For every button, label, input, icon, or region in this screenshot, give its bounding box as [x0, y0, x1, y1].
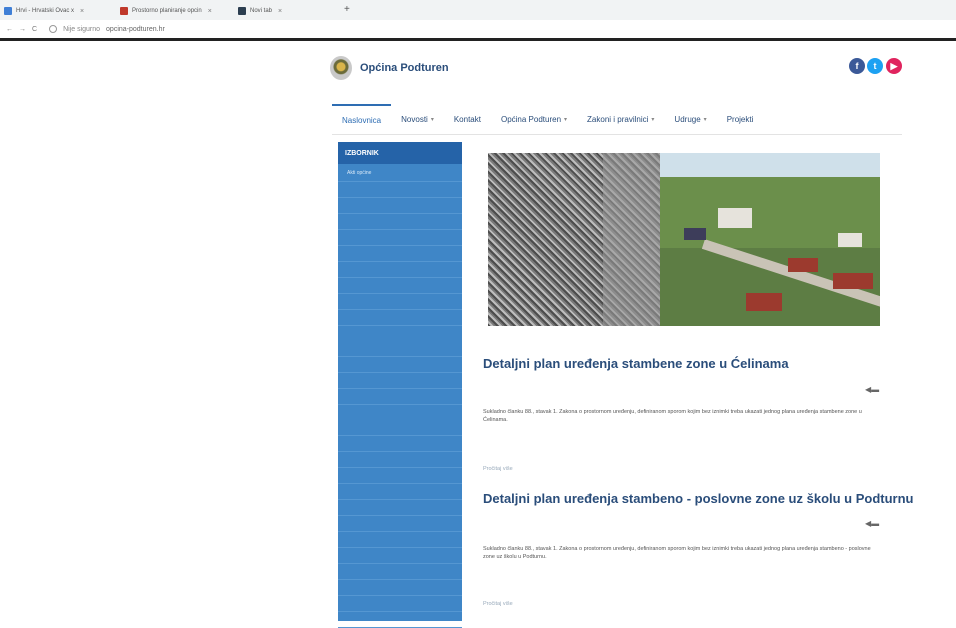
close-icon[interactable]: ×: [208, 8, 212, 15]
new-tab-button[interactable]: +: [344, 4, 350, 15]
youtube-icon[interactable]: ▶: [886, 58, 902, 74]
site-name[interactable]: Općina Podturen: [360, 62, 449, 74]
sidebar-item[interactable]: [338, 310, 462, 326]
nav-item-zakoni[interactable]: Zakoni i pravilnici ▾: [577, 104, 664, 134]
sidebar-item[interactable]: [338, 532, 462, 548]
info-icon[interactable]: [49, 25, 58, 33]
sidebar-item[interactable]: [338, 500, 462, 516]
back-forward-reload-icon[interactable]: ←→C: [6, 26, 43, 33]
post-title[interactable]: Detaljni plan uređenja stambeno - poslov…: [483, 491, 914, 506]
security-label: Nije sigurno: [63, 25, 101, 33]
chevron-down-icon: ▾: [564, 116, 568, 123]
sidebar-item[interactable]: [338, 405, 462, 436]
sidebar-item[interactable]: [338, 198, 462, 214]
browser-divider: [0, 38, 956, 41]
post-excerpt: Sukladno članku 88., stavak 1. Zakona o …: [483, 546, 871, 560]
sidebar-item[interactable]: [338, 326, 462, 357]
sidebar-item[interactable]: [338, 468, 462, 484]
nav-item-naslovnica[interactable]: Naslovnica: [332, 104, 392, 134]
browser-tab-bar: Hrvi - Hrvatski Ovac x × Prostorno plani…: [0, 0, 956, 20]
hero-image: [488, 153, 880, 326]
sidebar-item[interactable]: [338, 612, 462, 628]
nav-item-kontakt[interactable]: Kontakt: [444, 104, 491, 134]
sidebar-item[interactable]: [338, 214, 462, 230]
sidebar-item[interactable]: [338, 373, 462, 389]
nav-item-projekti[interactable]: Projekti: [717, 104, 764, 134]
tab-label: Novi tab: [250, 8, 273, 14]
sidebar-item[interactable]: [338, 484, 462, 500]
sidebar-item[interactable]: [338, 580, 462, 596]
nav-item-udruge[interactable]: Udruge ▾: [664, 104, 716, 134]
share-icon[interactable]: ◀▬: [865, 385, 879, 394]
share-icon[interactable]: ◀▬: [865, 519, 879, 528]
sidebar-list: Akti općine: [338, 164, 462, 628]
chevron-down-icon: ▾: [703, 116, 707, 123]
read-more-link[interactable]: Pročitaj više: [483, 601, 513, 607]
twitter-icon[interactable]: t: [867, 58, 883, 74]
main-navigation: Naslovnica Novosti ▾ Kontakt Općina Podtu…: [332, 104, 763, 134]
read-more-link[interactable]: Pročitaj više: [483, 466, 513, 472]
sidebar-item[interactable]: [338, 230, 462, 246]
post-excerpt: Sukladno članku 88., stavak 1. Zakona o …: [483, 409, 862, 423]
url-text: opcina-podturen.hr: [106, 25, 165, 33]
nav-divider: [332, 134, 902, 135]
sidebar-item[interactable]: [338, 436, 462, 452]
url-field[interactable]: Nije sigurno opcina-podturen.hr: [63, 26, 165, 33]
sidebar-item[interactable]: [338, 452, 462, 468]
browser-tab[interactable]: Prostorno planiranje opcin ×: [120, 4, 232, 18]
sidebar-item[interactable]: [338, 516, 462, 532]
tab-label: Prostorno planiranje opcin: [132, 8, 202, 14]
address-bar: ←→C Nije sigurno opcina-podturen.hr: [0, 20, 956, 38]
sidebar-item[interactable]: [338, 564, 462, 580]
sidebar-title: IZBORNIK: [338, 142, 462, 164]
post-title[interactable]: Detaljni plan uređenja stambene zone u Ć…: [483, 356, 789, 371]
sidebar-item[interactable]: [338, 246, 462, 262]
house-shape: [718, 208, 752, 228]
chevron-down-icon: ▾: [430, 116, 434, 123]
sidebar-item[interactable]: [338, 262, 462, 278]
sidebar-item[interactable]: [338, 389, 462, 405]
sidebar-menu: IZBORNIK Akti općine: [338, 142, 462, 628]
old-photo-strip: [603, 153, 660, 326]
sidebar-item[interactable]: [338, 548, 462, 564]
browser-tab[interactable]: Novi tab ×: [238, 4, 318, 18]
sidebar-item[interactable]: Akti općine: [338, 166, 462, 182]
site-logo[interactable]: [330, 56, 352, 80]
tab-favicon-icon: [4, 7, 12, 15]
close-icon[interactable]: ×: [278, 8, 282, 15]
tab-favicon-icon: [120, 7, 128, 15]
roof-shape: [684, 228, 706, 240]
browser-tab[interactable]: Hrvi - Hrvatski Ovac x ×: [4, 4, 112, 18]
sidebar-item[interactable]: [338, 182, 462, 198]
sidebar-item[interactable]: [338, 357, 462, 373]
facebook-icon[interactable]: f: [849, 58, 865, 74]
roof-shape: [833, 273, 873, 289]
sidebar-item[interactable]: [338, 278, 462, 294]
roof-shape: [746, 293, 782, 311]
chevron-down-icon: ▾: [651, 116, 655, 123]
nav-item-novosti[interactable]: Novosti ▾: [391, 104, 444, 134]
nav-item-opcina[interactable]: Općina Podturen ▾: [491, 104, 577, 134]
sidebar-item[interactable]: [338, 294, 462, 310]
tab-label: Hrvi - Hrvatski Ovac x: [16, 8, 75, 14]
close-icon[interactable]: ×: [80, 8, 84, 15]
house-shape: [838, 233, 862, 247]
tab-favicon-icon: [238, 7, 246, 15]
sidebar-item[interactable]: [338, 596, 462, 612]
roof-shape: [788, 258, 818, 272]
